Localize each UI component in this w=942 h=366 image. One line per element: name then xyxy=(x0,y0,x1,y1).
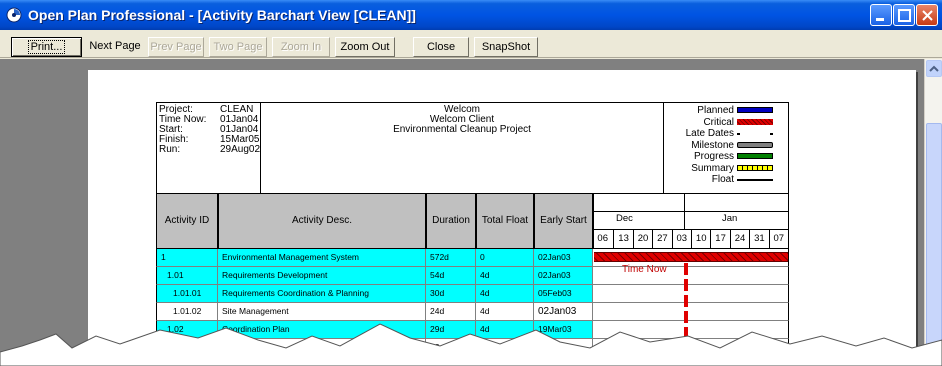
preview-toolbar: Print... Next Page Prev Page Two Page Zo… xyxy=(0,30,942,58)
legend-label: Summary xyxy=(691,162,734,174)
legend-label: Critical xyxy=(703,116,734,128)
legend-swatch xyxy=(737,153,773,159)
legend-item: Critical xyxy=(664,117,789,128)
table-cell: 1 xyxy=(156,249,218,267)
gantt-row xyxy=(593,285,789,303)
timescale-day: 20 xyxy=(632,230,652,249)
close-label: Close xyxy=(426,41,456,53)
timescale-day: 03 xyxy=(671,230,691,249)
column-header[interactable]: Total Float xyxy=(476,193,534,249)
table-cell: 0 xyxy=(476,249,534,267)
report-header: Project: CLEAN Time Now: 01Jan04 Start: 01Jan… xyxy=(156,102,789,194)
column-header[interactable]: Activity Desc. xyxy=(218,193,426,249)
next-page-label: Next Page xyxy=(89,40,141,52)
two-page-button[interactable]: Two Page xyxy=(209,37,267,57)
window-title: Open Plan Professional - [Activity Barch… xyxy=(28,7,416,23)
prev-page-label: Prev Page xyxy=(150,41,202,53)
legend-item: Late Dates xyxy=(664,128,789,139)
print-button[interactable]: Print... xyxy=(11,37,82,57)
legend-item: Progress xyxy=(664,151,789,162)
critical-bar xyxy=(594,252,788,262)
legend-swatch xyxy=(737,179,773,181)
chevron-up-icon xyxy=(929,65,939,72)
legend-label: Float xyxy=(711,174,734,185)
table-cell: 1.01 xyxy=(156,267,218,285)
column-header[interactable]: Duration xyxy=(426,193,476,249)
legend-item: Milestone xyxy=(664,140,789,151)
table-cell: 4d xyxy=(476,267,534,285)
close-window-button[interactable] xyxy=(916,4,938,26)
prev-page-button[interactable]: Prev Page xyxy=(148,37,204,57)
print-button-label: Print... xyxy=(27,40,66,54)
legend-item: Planned xyxy=(664,105,789,116)
table-cell: 05Feb03 xyxy=(534,285,593,303)
table-cell: Requirements Coordination & Planning xyxy=(218,285,426,303)
legend-swatch xyxy=(737,118,773,125)
zoom-in-label: Zoom In xyxy=(280,41,322,53)
legend-item: Float xyxy=(664,174,789,185)
chart-legend: Planned Critical Late Dates Milestone Progre… xyxy=(663,103,788,193)
legend-swatch xyxy=(737,141,773,148)
column-header[interactable]: Activity ID xyxy=(156,193,218,249)
application-window: Open Plan Professional - [Activity Barch… xyxy=(0,0,942,366)
table-cell: Requirements Development xyxy=(218,267,426,285)
timescale-day: 27 xyxy=(652,230,671,249)
close-button[interactable]: Close xyxy=(413,37,469,57)
table-cell: 02Jan03 xyxy=(534,267,593,285)
legend-label: Planned xyxy=(697,105,734,116)
title-bar[interactable]: Open Plan Professional - [Activity Barch… xyxy=(0,0,942,30)
zoom-in-button[interactable]: Zoom In xyxy=(272,37,330,57)
gantt-timescale: Dec Jan 06 13 20 27 03 10 17 24 31 07 xyxy=(593,193,789,249)
zoom-out-label: Zoom Out xyxy=(340,41,390,53)
table-cell: 02Jan03 xyxy=(534,249,593,267)
table-cell: 4d xyxy=(476,285,534,303)
timescale-month: Dec xyxy=(616,213,633,224)
timescale-day: 07 xyxy=(768,230,788,249)
timescale-day: 06 xyxy=(597,233,608,244)
legend-swatch xyxy=(737,133,773,135)
scroll-up-button[interactable] xyxy=(926,60,942,77)
legend-label: Late Dates xyxy=(685,128,734,139)
restore-button[interactable] xyxy=(893,4,915,26)
table-cell: 572d xyxy=(426,249,476,267)
zoom-out-button[interactable]: Zoom Out xyxy=(335,37,395,57)
project-info: Project: CLEAN Time Now: 01Jan04 Start: 01Jan… xyxy=(157,103,261,193)
day-row-divider xyxy=(594,229,788,230)
table-cell: 30d xyxy=(426,285,476,303)
snapshot-button[interactable]: SnapShot xyxy=(474,37,538,57)
info-label: Run: xyxy=(159,144,181,155)
legend-swatch xyxy=(737,164,773,171)
next-page-button[interactable]: Next Page xyxy=(87,37,143,57)
two-page-label: Two Page xyxy=(213,41,263,53)
timescale-day: 24 xyxy=(729,230,749,249)
timescale-day: 31 xyxy=(749,230,768,249)
table-cell: Environmental Management System xyxy=(218,249,426,267)
table-cell: 1.01.01 xyxy=(156,285,218,303)
app-icon xyxy=(6,7,22,23)
time-now-label: Time Now xyxy=(622,264,667,275)
column-header[interactable]: Early Start xyxy=(534,193,593,249)
timescale-day: 13 xyxy=(613,230,632,249)
legend-label: Progress xyxy=(693,151,734,162)
legend-swatch xyxy=(737,107,773,113)
timescale-day: 10 xyxy=(691,230,710,249)
snapshot-label: SnapShot xyxy=(481,41,531,53)
report-heading: Welcom Welcom Client Environmental Clean… xyxy=(262,103,662,193)
timescale-divider xyxy=(594,211,788,212)
timescale-month: Jan xyxy=(722,213,738,224)
minimize-button[interactable] xyxy=(870,4,892,26)
timescale-day: 17 xyxy=(710,230,729,249)
month-divider xyxy=(684,194,685,230)
info-value: 29Aug02 xyxy=(220,144,261,155)
legend-label: Milestone xyxy=(691,139,734,151)
table-cell: 54d xyxy=(426,267,476,285)
heading-line-3: Environmental Cleanup Project xyxy=(393,124,531,135)
legend-item: Summary xyxy=(664,163,789,174)
torn-edge-decoration xyxy=(0,323,942,366)
